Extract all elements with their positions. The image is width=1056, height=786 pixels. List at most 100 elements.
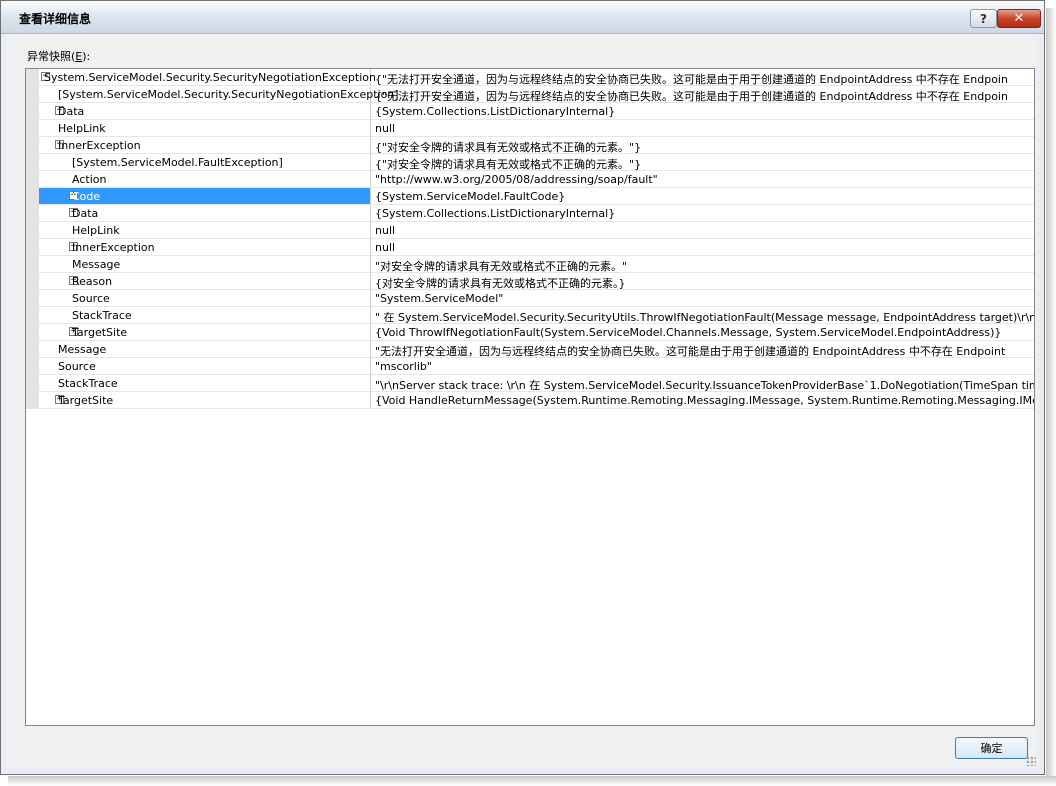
- row-gutter: [26, 358, 39, 375]
- property-value-cell[interactable]: {对安全令牌的请求具有无效或格式不正确的元素。}: [371, 273, 1034, 290]
- property-value-cell[interactable]: {"对安全令牌的请求具有无效或格式不正确的元素。"}: [371, 137, 1034, 154]
- property-name-cell[interactable]: + Code: [39, 188, 371, 205]
- property-value: "http://www.w3.org/2005/08/addressing/so…: [375, 173, 658, 186]
- property-row[interactable]: + TargetSite {Void ThrowIfNegotiationFault…: [26, 324, 1034, 341]
- row-gutter: [26, 154, 39, 171]
- property-row[interactable]: Source "System.ServiceModel": [26, 290, 1034, 307]
- property-name: Action: [72, 173, 107, 186]
- property-name-cell[interactable]: + Data: [39, 103, 371, 120]
- property-row[interactable]: Source "mscorlib": [26, 358, 1034, 375]
- property-name: Message: [72, 258, 121, 271]
- property-row[interactable]: − System.ServiceModel.Security.SecurityNe…: [26, 69, 1034, 86]
- property-name-cell[interactable]: + TargetSite: [39, 324, 371, 341]
- property-name: Message: [58, 343, 107, 356]
- property-name: [System.ServiceModel.FaultException]: [72, 156, 283, 169]
- property-value: {Void HandleReturnMessage(System.Runtime…: [375, 394, 1034, 407]
- property-row[interactable]: Action "http://www.w3.org/2005/08/address…: [26, 171, 1034, 188]
- resize-grip-icon[interactable]: [1026, 756, 1036, 766]
- property-value-cell[interactable]: {"对安全令牌的请求具有无效或格式不正确的元素。"}: [371, 154, 1034, 171]
- details-dialog: 查看详细信息 ? ✕ 异常快照(E): − System.ServiceModel…: [0, 0, 1045, 775]
- property-value-cell[interactable]: {System.ServiceModel.FaultCode}: [371, 188, 1034, 205]
- property-value-cell[interactable]: "System.ServiceModel": [371, 290, 1034, 307]
- row-gutter: [26, 392, 39, 409]
- property-name-cell[interactable]: Message: [39, 256, 371, 273]
- property-name-cell[interactable]: − System.ServiceModel.Security.SecurityNe…: [39, 69, 376, 86]
- property-row[interactable]: HelpLink null: [26, 120, 1034, 137]
- property-name-cell[interactable]: StackTrace: [39, 375, 371, 392]
- property-value-cell[interactable]: " 在 System.ServiceModel.Security.Securit…: [371, 307, 1034, 324]
- property-name-cell[interactable]: + InnerException: [39, 239, 371, 256]
- window-shadow-right: [1046, 8, 1056, 786]
- property-name: StackTrace: [58, 377, 118, 390]
- property-name-cell[interactable]: + Reason: [39, 273, 371, 290]
- property-row[interactable]: HelpLink null: [26, 222, 1034, 239]
- property-row[interactable]: [System.ServiceModel.FaultException] {"对安…: [26, 154, 1034, 171]
- property-name-cell[interactable]: HelpLink: [39, 222, 371, 239]
- property-value: {"对安全令牌的请求具有无效或格式不正确的元素。"}: [375, 158, 642, 171]
- property-value: "\r\nServer stack trace: \r\n 在 System.S…: [375, 379, 1034, 392]
- property-name-cell[interactable]: Source: [39, 358, 371, 375]
- property-row[interactable]: [System.ServiceModel.Security.SecurityNe…: [26, 86, 1034, 103]
- property-name-cell[interactable]: [System.ServiceModel.Security.SecurityNe…: [39, 86, 399, 103]
- property-row[interactable]: − InnerException {"对安全令牌的请求具有无效或格式不正确的元素。"…: [26, 137, 1034, 154]
- property-row[interactable]: Message "对安全令牌的请求具有无效或格式不正确的元素。": [26, 256, 1034, 273]
- property-name: Source: [72, 292, 110, 305]
- property-value-cell[interactable]: "无法打开安全通道，因为与远程终结点的安全协商已失败。这可能是由于用于创建通道的…: [371, 341, 1034, 358]
- exception-property-grid[interactable]: − System.ServiceModel.Security.SecurityNe…: [25, 68, 1035, 726]
- property-name-cell[interactable]: Message: [39, 341, 371, 358]
- property-row[interactable]: + TargetSite {Void HandleReturnMessage(Sys…: [26, 392, 1034, 409]
- property-name: TargetSite: [72, 326, 128, 339]
- property-value-cell[interactable]: "\r\nServer stack trace: \r\n 在 System.S…: [371, 375, 1034, 392]
- property-row[interactable]: + Code {System.ServiceModel.FaultCode}: [26, 188, 1034, 205]
- property-name: Code: [72, 190, 101, 203]
- row-gutter: [26, 307, 39, 324]
- property-row[interactable]: + Data {System.Collections.ListDictionaryI…: [26, 205, 1034, 222]
- title-bar[interactable]: 查看详细信息 ? ✕: [1, 1, 1044, 34]
- property-value-cell[interactable]: null: [371, 222, 1034, 239]
- row-gutter: [26, 188, 39, 205]
- property-name: Source: [58, 360, 96, 373]
- close-button[interactable]: ✕: [997, 9, 1041, 28]
- property-row[interactable]: StackTrace " 在 System.ServiceModel.Securi…: [26, 307, 1034, 324]
- property-row[interactable]: StackTrace "\r\nServer stack trace: \r\n …: [26, 375, 1034, 392]
- property-value-cell[interactable]: {"无法打开安全通道，因为与远程终结点的安全协商已失败。这可能是由于用于创建通道…: [371, 86, 1034, 103]
- property-value-cell[interactable]: {Void HandleReturnMessage(System.Runtime…: [371, 392, 1034, 409]
- property-name: InnerException: [72, 241, 155, 254]
- property-row[interactable]: + Reason {对安全令牌的请求具有无效或格式不正确的元素。}: [26, 273, 1034, 290]
- row-gutter: [26, 86, 39, 103]
- property-value-cell[interactable]: {"无法打开安全通道，因为与远程终结点的安全协商已失败。这可能是由于用于创建通道…: [371, 69, 1034, 86]
- property-value-cell[interactable]: null: [371, 239, 1034, 256]
- window-shadow-bottom: [8, 776, 1056, 786]
- property-name-cell[interactable]: Action: [39, 171, 371, 188]
- property-value-cell[interactable]: null: [371, 120, 1034, 137]
- dialog-title: 查看详细信息: [19, 12, 92, 26]
- property-name-cell[interactable]: StackTrace: [39, 307, 371, 324]
- row-gutter: [26, 103, 39, 120]
- property-value-cell[interactable]: "http://www.w3.org/2005/08/addressing/so…: [371, 171, 1034, 188]
- property-name-cell[interactable]: + TargetSite: [39, 392, 371, 409]
- property-name-cell[interactable]: + Data: [39, 205, 371, 222]
- property-value: "对安全令牌的请求具有无效或格式不正确的元素。": [375, 260, 628, 273]
- property-row[interactable]: + InnerException null: [26, 239, 1034, 256]
- ok-button[interactable]: 确定: [955, 737, 1028, 759]
- property-value: {System.Collections.ListDictionaryIntern…: [375, 105, 616, 118]
- property-value-cell[interactable]: "对安全令牌的请求具有无效或格式不正确的元素。": [371, 256, 1034, 273]
- property-value-cell[interactable]: {Void ThrowIfNegotiationFault(System.Ser…: [371, 324, 1034, 341]
- property-row[interactable]: + Data {System.Collections.ListDictionaryI…: [26, 103, 1034, 120]
- property-value: "System.ServiceModel": [375, 292, 504, 305]
- property-row[interactable]: Message "无法打开安全通道，因为与远程终结点的安全协商已失败。这可能是由于…: [26, 341, 1034, 358]
- property-name-cell[interactable]: HelpLink: [39, 120, 371, 137]
- property-name-cell[interactable]: − InnerException: [39, 137, 371, 154]
- help-button[interactable]: ?: [970, 9, 997, 28]
- property-value-cell[interactable]: {System.Collections.ListDictionaryIntern…: [371, 103, 1034, 120]
- property-name-cell[interactable]: Source: [39, 290, 371, 307]
- property-value-cell[interactable]: "mscorlib": [371, 358, 1034, 375]
- property-name: Reason: [72, 275, 113, 288]
- row-gutter: [26, 222, 39, 239]
- property-name-cell[interactable]: [System.ServiceModel.FaultException]: [39, 154, 371, 171]
- property-value-cell[interactable]: {System.Collections.ListDictionaryIntern…: [371, 205, 1034, 222]
- property-value: {System.Collections.ListDictionaryIntern…: [375, 207, 616, 220]
- row-gutter: [26, 375, 39, 392]
- row-gutter: [26, 171, 39, 188]
- row-gutter: [26, 273, 39, 290]
